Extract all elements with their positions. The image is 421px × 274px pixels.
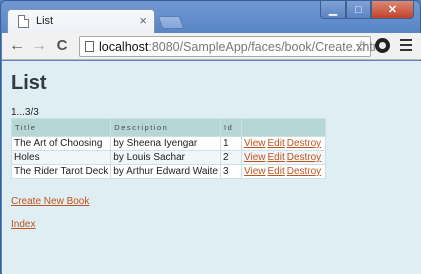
view-link[interactable]: View	[244, 138, 266, 149]
cell-title: The Art of Choosing	[10, 136, 112, 151]
browser-tab[interactable]: List ×	[7, 9, 155, 33]
books-table: Title Description Id The Art of Choosing…	[10, 118, 327, 179]
destroy-link[interactable]: Destroy	[287, 152, 321, 163]
star-icon[interactable]: ☆	[355, 37, 368, 55]
tab-close-button[interactable]: ×	[139, 13, 147, 28]
maximize-button[interactable]: □	[346, 1, 371, 19]
table-row: The Art of Choosing by Sheena Iyengar 1 …	[10, 136, 327, 151]
destroy-link[interactable]: Destroy	[287, 138, 321, 149]
cell-id: 2	[219, 150, 242, 165]
cell-id: 1	[219, 136, 242, 151]
table-header-row: Title Description Id	[10, 118, 327, 137]
minimize-button[interactable]: ▁	[320, 1, 346, 19]
address-bar[interactable]: localhost:8080/SampleApp/faces/book/Crea…	[79, 36, 386, 57]
view-link[interactable]: View	[244, 152, 266, 163]
create-new-book-link[interactable]: Create New Book	[11, 196, 89, 207]
cell-description: by Louis Sachar	[110, 150, 221, 165]
cell-title: Holes	[10, 150, 112, 165]
cell-actions: View Edit Destroy	[240, 136, 327, 151]
cell-actions: View Edit Destroy	[240, 150, 327, 165]
new-tab-button[interactable]	[157, 16, 185, 29]
column-header-description: Description	[110, 118, 221, 137]
cell-description: by Arthur Edward Waite	[110, 164, 221, 179]
url-text: localhost:8080/SampleApp/faces/book/Crea…	[99, 40, 386, 54]
close-window-button[interactable]: ✕	[371, 1, 414, 19]
browser-toolbar: ← → C localhost:8080/SampleApp/faces/boo…	[2, 33, 421, 60]
edit-link[interactable]: Edit	[267, 138, 284, 149]
page-title: List	[11, 72, 47, 94]
cell-id: 3	[219, 164, 242, 179]
cell-description: by Sheena Iyengar	[110, 136, 221, 151]
view-link[interactable]: View	[244, 166, 266, 177]
tab-title: List	[36, 15, 54, 27]
cell-actions: View Edit Destroy	[240, 164, 327, 179]
index-link[interactable]: Index	[11, 219, 35, 230]
edit-link[interactable]: Edit	[267, 166, 284, 177]
table-row: Holes by Louis Sachar 2 View Edit Destroy	[10, 150, 327, 165]
menu-icon[interactable]	[400, 39, 412, 52]
destroy-link[interactable]: Destroy	[287, 166, 321, 177]
column-header-id: Id	[219, 118, 242, 137]
column-header-title: Title	[10, 118, 112, 137]
cell-title: The Rider Tarot Deck	[10, 164, 112, 179]
forward-arrow-icon[interactable]: →	[30, 37, 48, 55]
window-controls: ▁ □ ✕	[320, 1, 414, 19]
column-header-actions	[240, 118, 327, 137]
page-info-icon	[85, 41, 94, 52]
table-row: The Rider Tarot Deck by Arthur Edward Wa…	[10, 164, 327, 179]
tab-strip: List × ▁ □ ✕	[1, 1, 420, 33]
edit-link[interactable]: Edit	[267, 152, 284, 163]
browser-window: List × ▁ □ ✕ ← → C localhost:8080/Sample…	[0, 0, 421, 274]
page-content: List 1...3/3 Title Description Id The Ar…	[2, 61, 421, 274]
page-icon	[18, 15, 29, 28]
extension-icon[interactable]	[375, 38, 390, 53]
reload-icon[interactable]: C	[53, 37, 71, 55]
back-arrow-icon[interactable]: ←	[8, 37, 26, 55]
pagination-range: 1...3/3	[11, 107, 39, 118]
